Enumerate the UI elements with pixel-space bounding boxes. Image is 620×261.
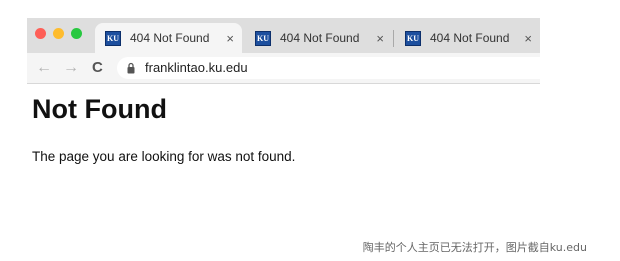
address-bar[interactable]: franklintao.ku.edu	[117, 57, 540, 79]
page-title: Not Found	[32, 94, 167, 124]
tab-3[interactable]: KU 404 Not Found ×	[395, 23, 540, 53]
tab-title: 404 Not Found	[130, 31, 210, 45]
reload-icon[interactable]: C	[92, 58, 103, 78]
ku-favicon-icon: KU	[255, 30, 271, 46]
close-tab-icon[interactable]: ×	[226, 31, 234, 46]
minimize-window-button[interactable]	[53, 28, 64, 39]
tab-1[interactable]: KU 404 Not Found ×	[95, 23, 242, 53]
tab-separator	[393, 30, 394, 47]
browser-window: KU 404 Not Found × KU 404 Not Found × KU…	[27, 18, 540, 225]
maximize-window-button[interactable]	[71, 28, 82, 39]
error-message: The page you are looking for was not fou…	[32, 149, 296, 164]
lock-icon	[127, 62, 135, 74]
back-arrow-icon[interactable]: ←	[36, 58, 52, 78]
page-content: Not Found The page you are looking for w…	[32, 94, 295, 164]
close-window-button[interactable]	[35, 28, 46, 39]
ku-favicon-icon: KU	[405, 30, 421, 46]
tab-title: 404 Not Found	[280, 31, 360, 45]
tab-strip: KU 404 Not Found × KU 404 Not Found × KU…	[27, 18, 540, 53]
tab-2[interactable]: KU 404 Not Found ×	[245, 23, 392, 53]
url-text[interactable]: franklintao.ku.edu	[145, 60, 248, 75]
ku-favicon-icon: KU	[105, 30, 121, 46]
close-tab-icon[interactable]: ×	[524, 31, 532, 46]
tab-title: 404 Not Found	[430, 31, 510, 45]
forward-arrow-icon[interactable]: →	[63, 58, 79, 78]
browser-toolbar: ← → C franklintao.ku.edu	[27, 53, 540, 84]
close-tab-icon[interactable]: ×	[376, 31, 384, 46]
image-caption: 陶丰的个人主页已无法打开，图片截自ku.edu	[362, 241, 587, 254]
